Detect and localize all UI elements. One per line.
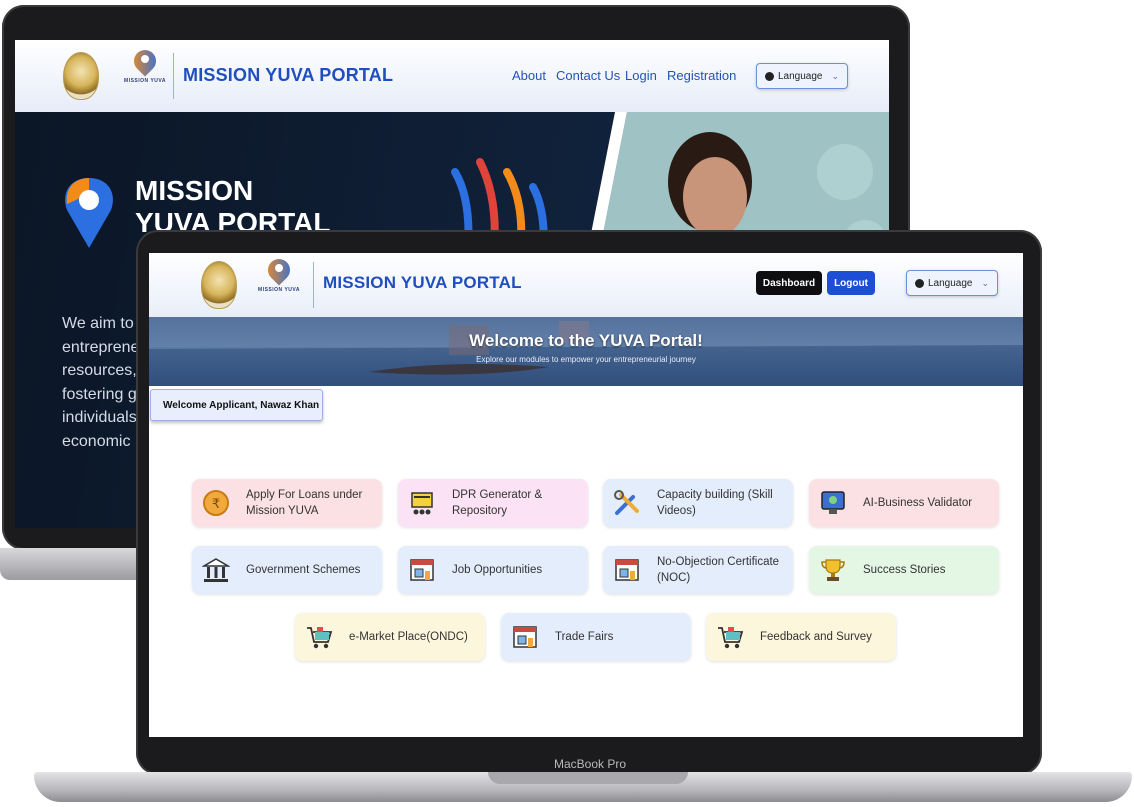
- mission-yuva-logo: MISSION YUVA: [257, 254, 301, 293]
- logo-pin-icon: [263, 254, 295, 287]
- trade-store-icon: [511, 623, 539, 651]
- module-label: Apply For Loans under Mission YUVA: [246, 489, 363, 517]
- logo-pin-icon: [129, 45, 161, 78]
- module-label: Feedback and Survey: [760, 631, 872, 643]
- module-label: DPR Generator & Repository: [452, 489, 543, 517]
- feedback-cart-icon: [716, 623, 744, 651]
- welcome-banner: Welcome to the YUVA Portal! Explore our …: [149, 317, 1023, 386]
- dashboard-button[interactable]: Dashboard: [756, 271, 822, 295]
- hero-description: We aim to entreprene resources, fosterin…: [62, 312, 139, 453]
- welcome-applicant-badge: Welcome Applicant, Nawaz Khan: [150, 389, 323, 421]
- ai-monitor-icon: [819, 489, 847, 517]
- module-card-noc[interactable]: No-Objection Certificate (NOC): [603, 546, 793, 594]
- chevron-down-icon: ⌄: [831, 70, 839, 81]
- module-card-ai-validator[interactable]: AI-Business Validator: [809, 479, 999, 527]
- globe-icon: [765, 71, 774, 81]
- jk-emblem-icon: [201, 261, 237, 309]
- shopping-cart-icon: [305, 623, 333, 651]
- nav-registration-link[interactable]: Registration: [667, 68, 736, 83]
- module-label: e-Market Place(ONDC): [349, 631, 468, 643]
- hero-text-line: fostering g: [62, 385, 137, 403]
- back-navbar: MISSION YUVA MISSION YUVA PORTAL About C…: [15, 40, 889, 112]
- module-label: No-Objection Certificate (NOC): [657, 556, 780, 584]
- language-select[interactable]: Language ⌄: [906, 270, 998, 296]
- hero-text-line: We aim to: [62, 315, 134, 332]
- module-card-capacity[interactable]: Capacity building (Skill Videos): [603, 479, 793, 527]
- module-label: Trade Fairs: [555, 631, 614, 643]
- back-laptop-base: [0, 548, 150, 580]
- site-brand[interactable]: MISSION YUVA PORTAL: [183, 65, 393, 86]
- dpr-cart-icon: [408, 489, 436, 517]
- chevron-down-icon: ⌄: [981, 277, 989, 288]
- svg-text:₹: ₹: [212, 497, 220, 512]
- module-card-job-opportunities[interactable]: Job Opportunities: [398, 546, 588, 594]
- hero-logo-icon: [59, 174, 119, 257]
- globe-icon: [915, 278, 924, 288]
- language-label: Language: [778, 70, 823, 82]
- trophy-icon: [819, 556, 847, 584]
- module-card-feedback[interactable]: Feedback and Survey: [706, 613, 896, 661]
- module-label: Success Stories: [863, 564, 946, 576]
- front-navbar: MISSION YUVA MISSION YUVA PORTAL Dashboa…: [149, 253, 1023, 317]
- mission-yuva-logo: MISSION YUVA: [123, 45, 167, 84]
- site-brand[interactable]: MISSION YUVA PORTAL: [323, 273, 522, 293]
- module-card-emarket[interactable]: e-Market Place(ONDC): [295, 613, 485, 661]
- logo-divider: [313, 262, 314, 308]
- module-card-trade-fairs[interactable]: Trade Fairs: [501, 613, 691, 661]
- rupee-coin-icon: ₹: [202, 489, 230, 517]
- language-select[interactable]: Language ⌄: [756, 63, 848, 89]
- module-card-government-schemes[interactable]: Government Schemes: [192, 546, 382, 594]
- device-label: MacBook Pro: [553, 757, 627, 771]
- logo-caption: MISSION YUVA: [258, 287, 300, 293]
- module-label: Government Schemes: [246, 564, 361, 576]
- banner-title: Welcome to the YUVA Portal!: [469, 331, 703, 350]
- hero-text-line: economic: [62, 432, 131, 450]
- module-card-loans[interactable]: ₹ Apply For Loans under Mission YUVA: [192, 479, 382, 527]
- module-label: AI-Business Validator: [863, 497, 973, 509]
- front-laptop-screen: MISSION YUVA MISSION YUVA PORTAL Dashboa…: [149, 253, 1023, 737]
- module-card-dpr[interactable]: DPR Generator & Repository: [398, 479, 588, 527]
- module-label: Capacity building (Skill Videos): [657, 489, 773, 517]
- government-building-icon: [202, 556, 230, 584]
- front-laptop-notch: [488, 772, 688, 784]
- jk-emblem-icon: [63, 52, 99, 100]
- logo-caption: MISSION YUVA: [124, 78, 166, 84]
- hero-text-line: resources,: [62, 362, 137, 379]
- banner-lake-image: [149, 317, 1023, 386]
- hero-text-line: entreprene: [62, 338, 140, 356]
- logout-button[interactable]: Logout: [827, 271, 875, 295]
- nav-about-link[interactable]: About: [512, 68, 546, 83]
- job-store-icon: [408, 556, 436, 584]
- nav-login-link[interactable]: Login: [625, 68, 657, 83]
- hero-text-line: individuals: [62, 409, 137, 426]
- module-card-success-stories[interactable]: Success Stories: [809, 546, 999, 594]
- hero-title-line1: MISSION: [135, 175, 254, 206]
- noc-store-icon: [613, 556, 641, 584]
- nav-contact-link[interactable]: Contact Us: [556, 68, 620, 83]
- logo-divider: [173, 53, 174, 99]
- language-label: Language: [928, 277, 973, 289]
- module-label: Job Opportunities: [452, 564, 543, 576]
- banner-subtitle: Explore our modules to empower your entr…: [476, 355, 696, 364]
- tools-icon: [613, 489, 641, 517]
